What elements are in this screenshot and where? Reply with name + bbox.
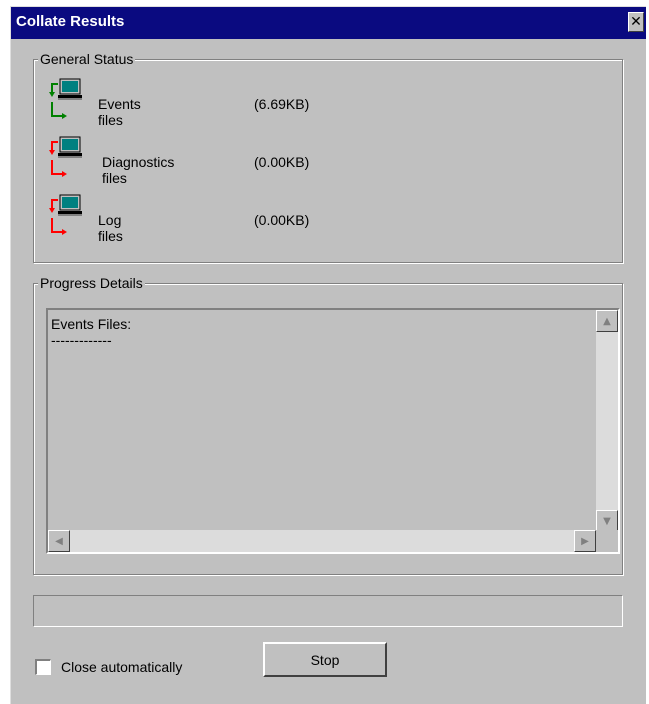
scroll-right-icon[interactable]: ▶ xyxy=(574,530,596,552)
collate-results-dialog: Collate Results ✕ General Status Events … xyxy=(10,6,646,704)
scrollbar-corner xyxy=(596,530,618,552)
events-files-label: Events files xyxy=(98,96,141,128)
close-automatically-label[interactable]: Close automatically xyxy=(61,659,182,675)
collate-transfer-icon xyxy=(49,78,82,119)
horizontal-scrollbar[interactable]: ◀ ▶ xyxy=(48,530,596,552)
log-files-label: Log files xyxy=(98,212,123,244)
log-files-size: (0.00KB) xyxy=(254,212,310,228)
collate-transfer-icon xyxy=(49,136,82,177)
scroll-down-icon[interactable]: ▼ xyxy=(596,510,618,532)
general-status-group: General Status Events files (6.69KB) Dia… xyxy=(33,50,623,263)
scroll-up-icon[interactable]: ▲ xyxy=(596,310,618,332)
close-automatically-checkbox[interactable] xyxy=(35,659,51,675)
progress-details-text[interactable]: Events Files: ------------- ▲ ▼ ◀ ▶ xyxy=(46,308,620,554)
progress-details-group: Progress Details Events Files: ---------… xyxy=(33,274,623,575)
general-status-label: General Status xyxy=(38,50,136,68)
progress-details-content: Events Files: ------------- xyxy=(51,316,132,348)
collate-transfer-icon xyxy=(49,194,82,235)
window-title: Collate Results xyxy=(16,13,125,30)
events-files-size: (6.69KB) xyxy=(254,96,310,112)
stop-button[interactable]: Stop xyxy=(263,642,387,677)
title-bar[interactable]: Collate Results ✕ xyxy=(11,7,646,39)
progress-details-label: Progress Details xyxy=(38,274,145,292)
vertical-scrollbar[interactable]: ▲ ▼ xyxy=(596,310,618,532)
diagnostics-files-label: Diagnostics files xyxy=(102,154,175,186)
scroll-left-icon[interactable]: ◀ xyxy=(48,530,70,552)
close-icon[interactable]: ✕ xyxy=(628,12,644,32)
diagnostics-files-size: (0.00KB) xyxy=(254,154,310,170)
progress-bar xyxy=(33,595,623,627)
